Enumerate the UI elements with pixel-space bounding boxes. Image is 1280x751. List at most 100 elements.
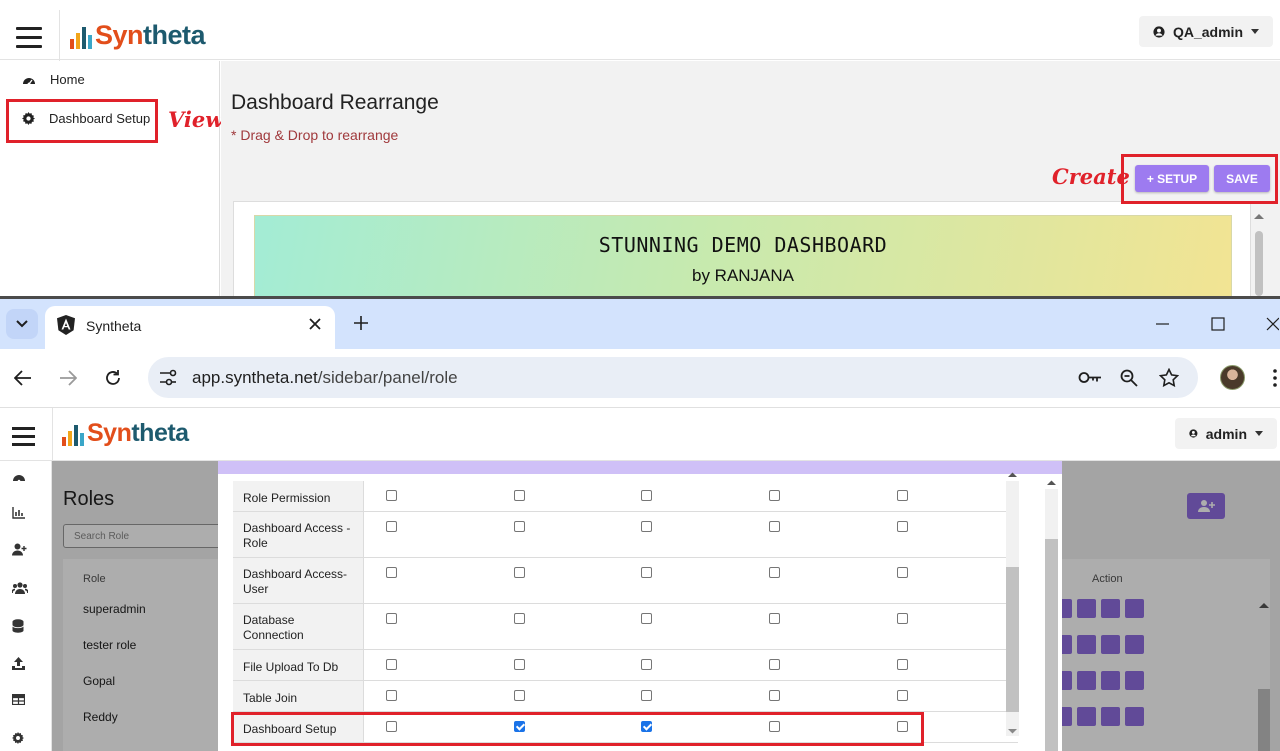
- panel-scrollbar[interactable]: [1251, 211, 1267, 296]
- annotation-create: Create: [1052, 164, 1130, 189]
- logo[interactable]: Syntheta: [62, 420, 189, 446]
- logo-text: Syntheta: [87, 419, 189, 447]
- minimize-icon[interactable]: [1156, 323, 1169, 325]
- highlight-box-buttons: [1121, 154, 1278, 204]
- logo-bars-icon: [62, 425, 84, 446]
- table-icon[interactable]: [12, 694, 25, 705]
- permission-checkbox[interactable]: [897, 690, 908, 701]
- users-icon[interactable]: [12, 582, 28, 594]
- dashboard-gauge-icon: [23, 77, 35, 85]
- chart-icon[interactable]: [12, 507, 25, 519]
- permission-checkbox[interactable]: [769, 490, 780, 501]
- tab-search-button[interactable]: [6, 309, 38, 339]
- annotation-view: View: [168, 107, 224, 132]
- permission-checkbox[interactable]: [897, 567, 908, 578]
- tab-title: Syntheta: [86, 318, 142, 334]
- database-icon[interactable]: [12, 619, 24, 633]
- scroll-thumb[interactable]: [1006, 567, 1019, 712]
- permission-checkbox[interactable]: [514, 659, 525, 670]
- chevron-down-icon: [1255, 431, 1263, 436]
- scroll-down-icon[interactable]: [1006, 727, 1019, 735]
- permission-row: Role Permission: [233, 481, 1018, 512]
- highlight-box-sidebar: [6, 99, 158, 143]
- permission-checkbox[interactable]: [386, 521, 397, 532]
- permissions-table: Role Permission Dashboard Access - Role …: [233, 481, 1018, 751]
- permission-checkbox[interactable]: [386, 490, 397, 501]
- page-title: Dashboard Rearrange: [231, 91, 439, 114]
- logo-bars-icon: [70, 27, 92, 49]
- user-icon[interactable]: [12, 543, 27, 556]
- sidebar-item-home[interactable]: Home: [22, 72, 85, 87]
- new-tab-icon[interactable]: [354, 316, 368, 330]
- scroll-up-icon[interactable]: [1006, 471, 1019, 479]
- scroll-up-icon[interactable]: [1045, 479, 1058, 487]
- permissions-scrollbar[interactable]: [1003, 471, 1023, 746]
- scroll-thumb[interactable]: [1255, 231, 1263, 296]
- logo[interactable]: Syntheta: [70, 20, 206, 50]
- maximize-icon[interactable]: [1211, 317, 1225, 331]
- angular-favicon-icon: [57, 315, 75, 335]
- permission-checkbox[interactable]: [641, 613, 652, 624]
- permission-checkbox[interactable]: [769, 613, 780, 624]
- permission-checkbox[interactable]: [641, 521, 652, 532]
- permission-checkbox[interactable]: [641, 490, 652, 501]
- permission-checkbox[interactable]: [897, 613, 908, 624]
- drag-hint: * Drag & Drop to rearrange: [231, 127, 399, 143]
- permission-checkbox[interactable]: [514, 521, 525, 532]
- gear-icon[interactable]: [12, 732, 24, 744]
- permission-label: File Upload To Db: [233, 650, 364, 680]
- user-circle-icon: [1189, 429, 1198, 438]
- top-sidebar: Home Dashboard Setup: [0, 61, 220, 296]
- site-settings-icon[interactable]: [159, 369, 177, 386]
- address-bar[interactable]: app.syntheta.net/sidebar/panel/role: [148, 357, 1198, 398]
- permission-checkbox[interactable]: [769, 659, 780, 670]
- permission-checkbox[interactable]: [386, 567, 397, 578]
- permission-checkbox[interactable]: [514, 490, 525, 501]
- scroll-thumb[interactable]: [1045, 539, 1058, 751]
- permission-checkbox[interactable]: [386, 613, 397, 624]
- forward-icon[interactable]: [59, 370, 77, 386]
- logo-text: Syntheta: [95, 20, 206, 50]
- password-key-icon[interactable]: [1078, 371, 1102, 384]
- permission-checkbox[interactable]: [897, 490, 908, 501]
- more-menu-icon[interactable]: [1273, 369, 1277, 387]
- scroll-up-icon[interactable]: [1251, 211, 1267, 221]
- dashboard-subtitle: by RANJANA: [691, 266, 795, 285]
- zoom-icon[interactable]: [1120, 369, 1138, 387]
- dashboard-gauge-icon[interactable]: [12, 471, 26, 482]
- permission-checkbox[interactable]: [769, 690, 780, 701]
- permission-checkbox[interactable]: [641, 567, 652, 578]
- permission-checkbox[interactable]: [514, 690, 525, 701]
- permission-checkbox[interactable]: [897, 521, 908, 532]
- permission-checkbox[interactable]: [514, 613, 525, 624]
- roles-page: Roles Search Role Role Action superadmin…: [0, 461, 1280, 751]
- upload-icon[interactable]: [12, 657, 25, 670]
- bookmark-star-icon[interactable]: [1159, 368, 1179, 387]
- user-menu[interactable]: QA_admin: [1139, 16, 1273, 47]
- close-icon[interactable]: [309, 318, 321, 330]
- permission-checkbox[interactable]: [769, 521, 780, 532]
- permission-row: Table Join: [233, 681, 1018, 712]
- permission-checkbox[interactable]: [897, 659, 908, 670]
- menu-icon[interactable]: [16, 27, 42, 54]
- permission-row: Database Connection: [233, 604, 1018, 650]
- modal-scrollbar[interactable]: [1042, 477, 1060, 751]
- permission-checkbox[interactable]: [769, 567, 780, 578]
- permission-label: Database Connection: [233, 604, 364, 649]
- permission-checkbox[interactable]: [386, 690, 397, 701]
- dashboard-card[interactable]: STUNNING DEMO DASHBOARD by RANJANA: [254, 215, 1232, 296]
- permission-checkbox[interactable]: [514, 567, 525, 578]
- permission-checkbox[interactable]: [641, 690, 652, 701]
- reload-icon[interactable]: [104, 369, 122, 387]
- permission-row: Dashboard Access - Role: [233, 512, 1018, 558]
- top-screenshot: Syntheta QA_admin Home Dashboard Setup V…: [0, 0, 1280, 296]
- header-divider: [59, 10, 60, 65]
- close-window-icon[interactable]: [1266, 317, 1279, 331]
- profile-avatar[interactable]: [1220, 365, 1245, 390]
- browser-tab[interactable]: Syntheta: [45, 306, 335, 349]
- permission-checkbox[interactable]: [386, 659, 397, 670]
- back-icon[interactable]: [14, 370, 32, 386]
- menu-icon[interactable]: [12, 427, 35, 451]
- permission-checkbox[interactable]: [641, 659, 652, 670]
- user-menu[interactable]: admin: [1175, 418, 1277, 449]
